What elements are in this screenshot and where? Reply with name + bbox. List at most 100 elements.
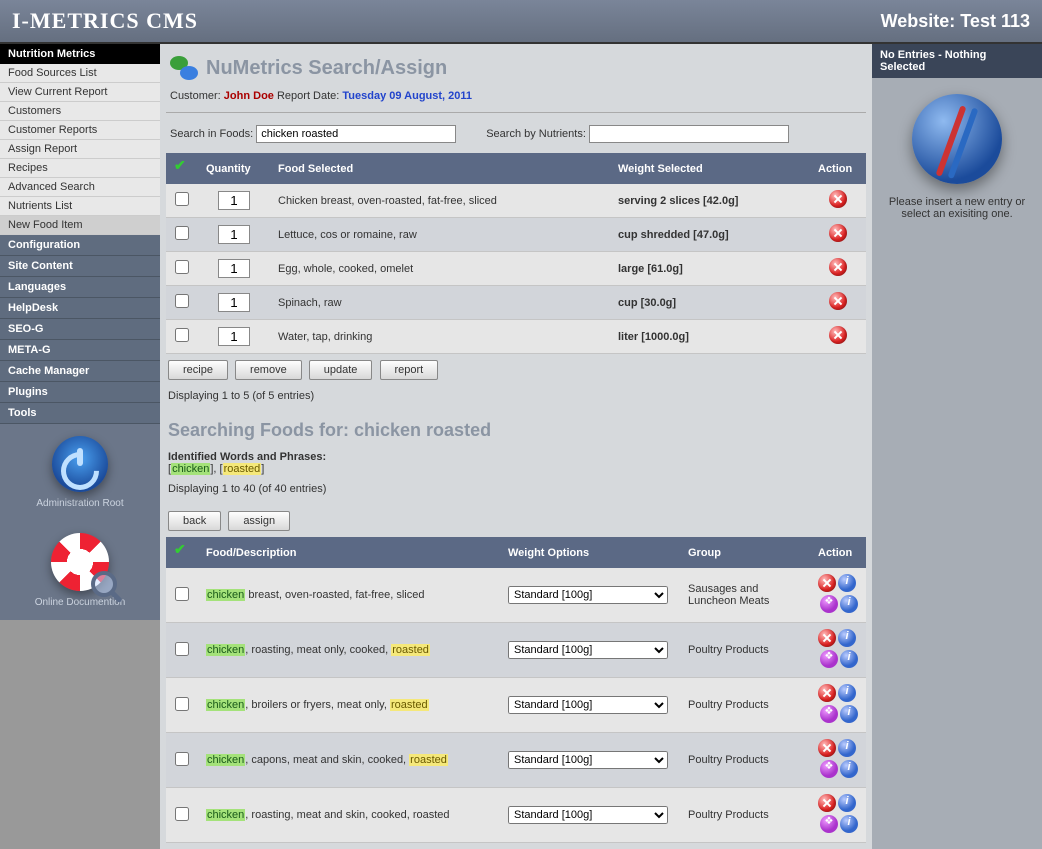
row-checkbox[interactable] [175, 294, 189, 308]
sidebar-cat-plugins[interactable]: Plugins [0, 382, 160, 403]
delete-icon[interactable] [829, 326, 847, 344]
sidebar-cat-seo-g[interactable]: SEO-G [0, 319, 160, 340]
weight-options-select[interactable]: Standard [100g] [508, 641, 668, 659]
sidebar-item-recipes[interactable]: Recipes [0, 159, 160, 178]
sidebar-item-assign-report[interactable]: Assign Report [0, 140, 160, 159]
sidebar-section-nutrition[interactable]: Nutrition Metrics [0, 44, 160, 64]
info-icon[interactable] [838, 574, 856, 592]
search-nutrients-input[interactable] [589, 125, 789, 143]
rcol-group: Group [680, 537, 810, 568]
admin-root-block[interactable]: Administration Root [0, 424, 160, 521]
col-weight-selected: Weight Selected [610, 153, 810, 184]
delete-icon[interactable] [818, 794, 836, 812]
details-icon[interactable] [840, 815, 858, 833]
delete-icon[interactable] [829, 292, 847, 310]
info-icon[interactable] [838, 794, 856, 812]
site-label: Website: Test 113 [881, 11, 1030, 32]
search-nutrients-label: Search by Nutrients: [486, 128, 586, 140]
remove-button[interactable]: remove [235, 360, 302, 380]
report-date-label: Report Date: [274, 90, 342, 102]
delete-icon[interactable] [818, 629, 836, 647]
sidebar-cat-cache-manager[interactable]: Cache Manager [0, 361, 160, 382]
identified-words: Identified Words and Phrases: [chicken],… [166, 449, 866, 479]
quantity-input[interactable] [218, 191, 250, 210]
weight-options-select[interactable]: Standard [100g] [508, 696, 668, 714]
delete-icon[interactable] [829, 258, 847, 276]
sidebar-item-view-report[interactable]: View Current Report [0, 83, 160, 102]
selected-foods-table: Quantity Food Selected Weight Selected A… [166, 153, 866, 354]
info-icon[interactable] [838, 684, 856, 702]
sidebar-item-nutrients-list[interactable]: Nutrients List [0, 197, 160, 216]
report-button[interactable]: report [380, 360, 439, 380]
sidebar-cat-tools[interactable]: Tools [0, 403, 160, 424]
delete-icon[interactable] [818, 739, 836, 757]
row-checkbox[interactable] [175, 226, 189, 240]
weight-options-select[interactable]: Standard [100g] [508, 751, 668, 769]
rcol-weight: Weight Options [500, 537, 680, 568]
details-icon[interactable] [840, 650, 858, 668]
assign-icon[interactable] [820, 705, 838, 723]
group-cell: Sausages and Luncheon Meats [680, 568, 810, 623]
sidebar-item-new-food[interactable]: New Food Item [0, 216, 160, 235]
sidebar-cat-site-content[interactable]: Site Content [0, 256, 160, 277]
row-checkbox[interactable] [175, 807, 189, 821]
online-doc-block[interactable]: Online Documention [0, 521, 160, 620]
info-icon[interactable] [838, 629, 856, 647]
search-foods-input[interactable] [256, 125, 456, 143]
sidebar-item-customers[interactable]: Customers [0, 102, 160, 121]
selected-status: Displaying 1 to 5 (of 5 entries) [166, 386, 866, 412]
weight-options-select[interactable]: Standard [100g] [508, 586, 668, 604]
weight-cell: cup shredded [47.0g] [610, 218, 810, 252]
details-icon[interactable] [840, 595, 858, 613]
sidebar-cat-configuration[interactable]: Configuration [0, 235, 160, 256]
weight-cell: large [61.0g] [610, 252, 810, 286]
quantity-input[interactable] [218, 293, 250, 312]
table-row: chicken breast, oven-roasted, fat-free, … [166, 568, 866, 623]
assign-button[interactable]: assign [228, 511, 290, 531]
assign-icon[interactable] [820, 595, 838, 613]
back-button[interactable]: back [168, 511, 221, 531]
sidebar-item-food-sources[interactable]: Food Sources List [0, 64, 160, 83]
sidebar-cat-helpdesk[interactable]: HelpDesk [0, 298, 160, 319]
sidebar-item-advanced-search[interactable]: Advanced Search [0, 178, 160, 197]
table-row: Egg, whole, cooked, omeletlarge [61.0g] [166, 252, 866, 286]
search-results-table: Food/Description Weight Options Group Ac… [166, 537, 866, 843]
row-checkbox[interactable] [175, 260, 189, 274]
group-cell: Poultry Products [680, 733, 810, 788]
main-content: NuMetrics Search/Assign Customer: John D… [160, 44, 872, 849]
delete-icon[interactable] [818, 574, 836, 592]
info-icon[interactable] [838, 739, 856, 757]
col-food-selected: Food Selected [270, 153, 610, 184]
assign-icon[interactable] [820, 815, 838, 833]
delete-icon[interactable] [818, 684, 836, 702]
sidebar-item-customer-reports[interactable]: Customer Reports [0, 121, 160, 140]
row-checkbox[interactable] [175, 328, 189, 342]
row-checkbox[interactable] [175, 697, 189, 711]
row-checkbox[interactable] [175, 587, 189, 601]
admin-root-label: Administration Root [4, 498, 156, 509]
details-icon[interactable] [840, 705, 858, 723]
food-cell: Lettuce, cos or romaine, raw [270, 218, 610, 252]
update-button[interactable]: update [309, 360, 373, 380]
col-action: Action [810, 153, 866, 184]
recipe-button[interactable]: recipe [168, 360, 228, 380]
delete-icon[interactable] [829, 190, 847, 208]
quantity-input[interactable] [218, 225, 250, 244]
right-panel-message: Please insert a new entry or select an e… [880, 196, 1034, 220]
weight-options-select[interactable]: Standard [100g] [508, 806, 668, 824]
table-row: chicken, roasting, meat only, cooked, ro… [166, 623, 866, 678]
assign-icon[interactable] [820, 760, 838, 778]
assign-icon[interactable] [820, 650, 838, 668]
quantity-input[interactable] [218, 259, 250, 278]
row-checkbox[interactable] [175, 642, 189, 656]
page-title: NuMetrics Search/Assign [206, 57, 447, 80]
quantity-input[interactable] [218, 327, 250, 346]
sidebar-cat-languages[interactable]: Languages [0, 277, 160, 298]
row-checkbox[interactable] [175, 192, 189, 206]
weight-cell: cup [30.0g] [610, 286, 810, 320]
details-icon[interactable] [840, 760, 858, 778]
identified-word-1: chicken [171, 463, 210, 475]
sidebar-cat-meta-g[interactable]: META-G [0, 340, 160, 361]
row-checkbox[interactable] [175, 752, 189, 766]
delete-icon[interactable] [829, 224, 847, 242]
